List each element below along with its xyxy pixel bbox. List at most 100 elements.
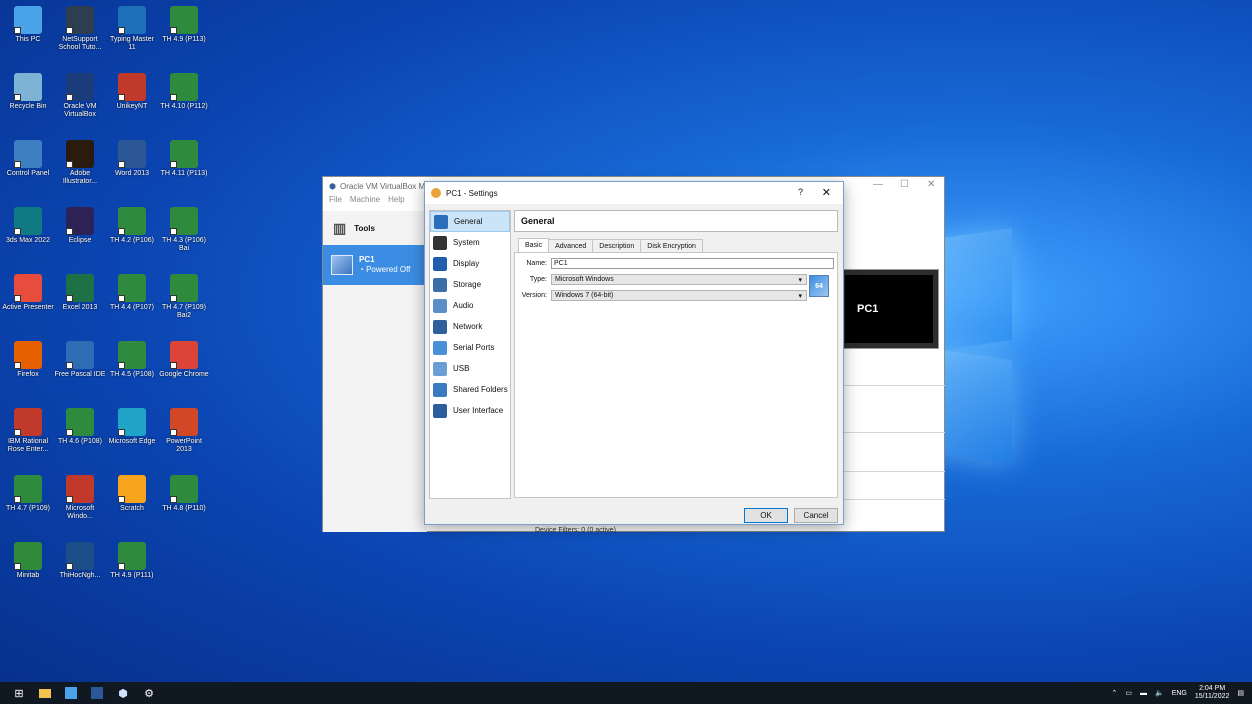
category-audio[interactable]: Audio	[430, 295, 510, 316]
type-select[interactable]: Microsoft Windows ▾	[551, 274, 807, 285]
desktop-icon[interactable]: Recycle Bin	[2, 73, 54, 111]
shortcut-arrow-icon	[118, 496, 125, 503]
network-icon[interactable]: ▭	[1125, 689, 1132, 697]
desktop-icon[interactable]: IBM Rational Rose Enter...	[2, 408, 54, 454]
desktop-icon[interactable]: Eclipse	[54, 207, 106, 245]
desktop-icon[interactable]: Control Panel	[2, 140, 54, 178]
maximize-icon[interactable]: ☐	[900, 179, 909, 190]
tab-description[interactable]: Description	[592, 239, 642, 252]
category-general[interactable]: General	[430, 211, 510, 232]
category-storage[interactable]: Storage	[430, 274, 510, 295]
settings-dialog[interactable]: PC1 - Settings ? ✕ General System Display S…	[424, 181, 844, 525]
exam-icon	[66, 542, 94, 570]
menu-machine[interactable]: Machine	[350, 195, 380, 209]
shortcut-arrow-icon	[66, 94, 73, 101]
desktop-icon[interactable]: ThiHocNgh...	[54, 542, 106, 580]
shortcut-arrow-icon	[66, 27, 73, 34]
minitab-icon	[14, 542, 42, 570]
user-interface-icon	[433, 403, 447, 418]
category-serial-ports[interactable]: Serial Ports	[430, 337, 510, 358]
start-button[interactable]: ⊞	[6, 682, 32, 704]
category-shared-folders[interactable]: Shared Folders	[430, 379, 510, 400]
desktop-icon[interactable]: TH 4.6 (P108)	[54, 408, 106, 446]
category-label: General	[454, 217, 483, 226]
desktop-icon[interactable]: TH 4.9 (P113)	[158, 6, 210, 44]
tab-disk-encryption[interactable]: Disk Encryption	[640, 239, 703, 252]
taskbar-file-explorer[interactable]	[32, 682, 58, 704]
desktop-icon[interactable]: UnikeyNT	[106, 73, 158, 111]
desktop-icon-label: Google Chrome	[159, 371, 209, 378]
category-network[interactable]: Network	[430, 316, 510, 337]
shortcut-arrow-icon	[66, 161, 73, 168]
desktop-icon[interactable]: Free Pascal IDE	[54, 341, 106, 379]
desktop-icon[interactable]: Typing Master 11	[106, 6, 158, 52]
desktop-icon[interactable]: NetSupport School Tuto...	[54, 6, 106, 52]
desktop-icon[interactable]: Minitab	[2, 542, 54, 580]
language-indicator[interactable]: ENG	[1172, 690, 1187, 697]
desktop-icon[interactable]: TH 4.2 (P106)	[106, 207, 158, 245]
ok-button[interactable]: OK	[744, 508, 788, 523]
menu-file[interactable]: File	[329, 195, 342, 209]
category-label: USB	[453, 364, 470, 373]
taskbar-app-1[interactable]	[58, 682, 84, 704]
taskbar-settings[interactable]: ⚙	[136, 682, 162, 704]
desktop-icon[interactable]: Microsoft Windo...	[54, 475, 106, 521]
volume-icon[interactable]: 🔈	[1155, 689, 1164, 697]
close-icon[interactable]: ✕	[927, 179, 935, 190]
powered-off-icon: ◔	[359, 265, 364, 274]
chrome-icon	[170, 341, 198, 369]
menu-help[interactable]: Help	[388, 195, 404, 209]
math-icon	[66, 475, 94, 503]
vm-list-item-pc1[interactable]: PC1 ◔ Powered Off	[323, 245, 427, 285]
desktop-icon[interactable]: Scratch	[106, 475, 158, 513]
desktop-icon[interactable]: TH 4.10 (P112)	[158, 73, 210, 111]
desktop-icon[interactable]: 3ds Max 2022	[2, 207, 54, 245]
excel-file-icon	[118, 207, 146, 235]
show-hidden-icons-icon[interactable]: ⌃	[1111, 689, 1117, 697]
desktop-icon[interactable]: TH 4.4 (P107)	[106, 274, 158, 312]
category-usb[interactable]: USB	[430, 358, 510, 379]
tab-advanced[interactable]: Advanced	[548, 239, 594, 252]
dialog-close-button[interactable]: ✕	[822, 186, 831, 199]
desktop-icon[interactable]: TH 4.11 (P113)	[158, 140, 210, 178]
clock[interactable]: 2:04 PM 15/11/2022	[1195, 685, 1230, 702]
desktop-icon-label: ThiHocNgh...	[59, 572, 101, 579]
dialog-title: PC1 - Settings	[446, 188, 498, 198]
desktop-icon[interactable]: TH 4.3 (P106) Bai	[158, 207, 210, 253]
taskbar-word[interactable]	[84, 682, 110, 704]
desktop-icon[interactable]: Firefox	[2, 341, 54, 379]
desktop-icon-label: TH 4.4 (P107)	[110, 304, 154, 311]
tools-item[interactable]: ▥ Tools	[323, 211, 427, 245]
desktop-icon[interactable]: Adobe Illustrator...	[54, 140, 106, 186]
version-select[interactable]: Windows 7 (64-bit) ▾	[551, 290, 807, 301]
taskbar-virtualbox[interactable]: ⬢	[110, 682, 136, 704]
edge-icon	[118, 408, 146, 436]
category-display[interactable]: Display	[430, 253, 510, 274]
battery-icon[interactable]: ▬	[1140, 690, 1147, 697]
desktop-icon[interactable]: Google Chrome	[158, 341, 210, 379]
desktop-icon[interactable]: Excel 2013	[54, 274, 106, 312]
cancel-button[interactable]: Cancel	[794, 508, 838, 523]
desktop-icon[interactable]: Microsoft Edge	[106, 408, 158, 446]
name-field[interactable]: PC1	[551, 258, 834, 269]
desktop-icon[interactable]: TH 4.9 (P111)	[106, 542, 158, 580]
desktop-icon-label: Word 2013	[114, 170, 150, 177]
minimize-icon[interactable]: —	[873, 179, 883, 190]
desktop-icon-label: This PC	[15, 36, 41, 43]
desktop-icon[interactable]: TH 4.5 (P108)	[106, 341, 158, 379]
desktop-icon[interactable]: TH 4.7 (P109) Bai2	[158, 274, 210, 320]
category-user-interface[interactable]: User Interface	[430, 400, 510, 421]
dialog-title-bar[interactable]: PC1 - Settings ? ✕	[425, 182, 843, 204]
desktop-icon[interactable]: This PC	[2, 6, 54, 44]
desktop-icon[interactable]: TH 4.7 (P109)	[2, 475, 54, 513]
help-button[interactable]: ?	[798, 187, 803, 197]
desktop-icon[interactable]: Oracle VM VirtualBox	[54, 73, 106, 119]
desktop-icon[interactable]: Word 2013	[106, 140, 158, 178]
gear-icon: ⚙	[144, 687, 154, 700]
category-system[interactable]: System	[430, 232, 510, 253]
desktop-icon[interactable]: TH 4.8 (P110)	[158, 475, 210, 513]
desktop-icon[interactable]: PowerPoint 2013	[158, 408, 210, 454]
desktop-icon[interactable]: Active Presenter	[2, 274, 54, 312]
notification-icon[interactable]: ▤	[1237, 689, 1244, 697]
tab-basic[interactable]: Basic	[518, 238, 550, 252]
